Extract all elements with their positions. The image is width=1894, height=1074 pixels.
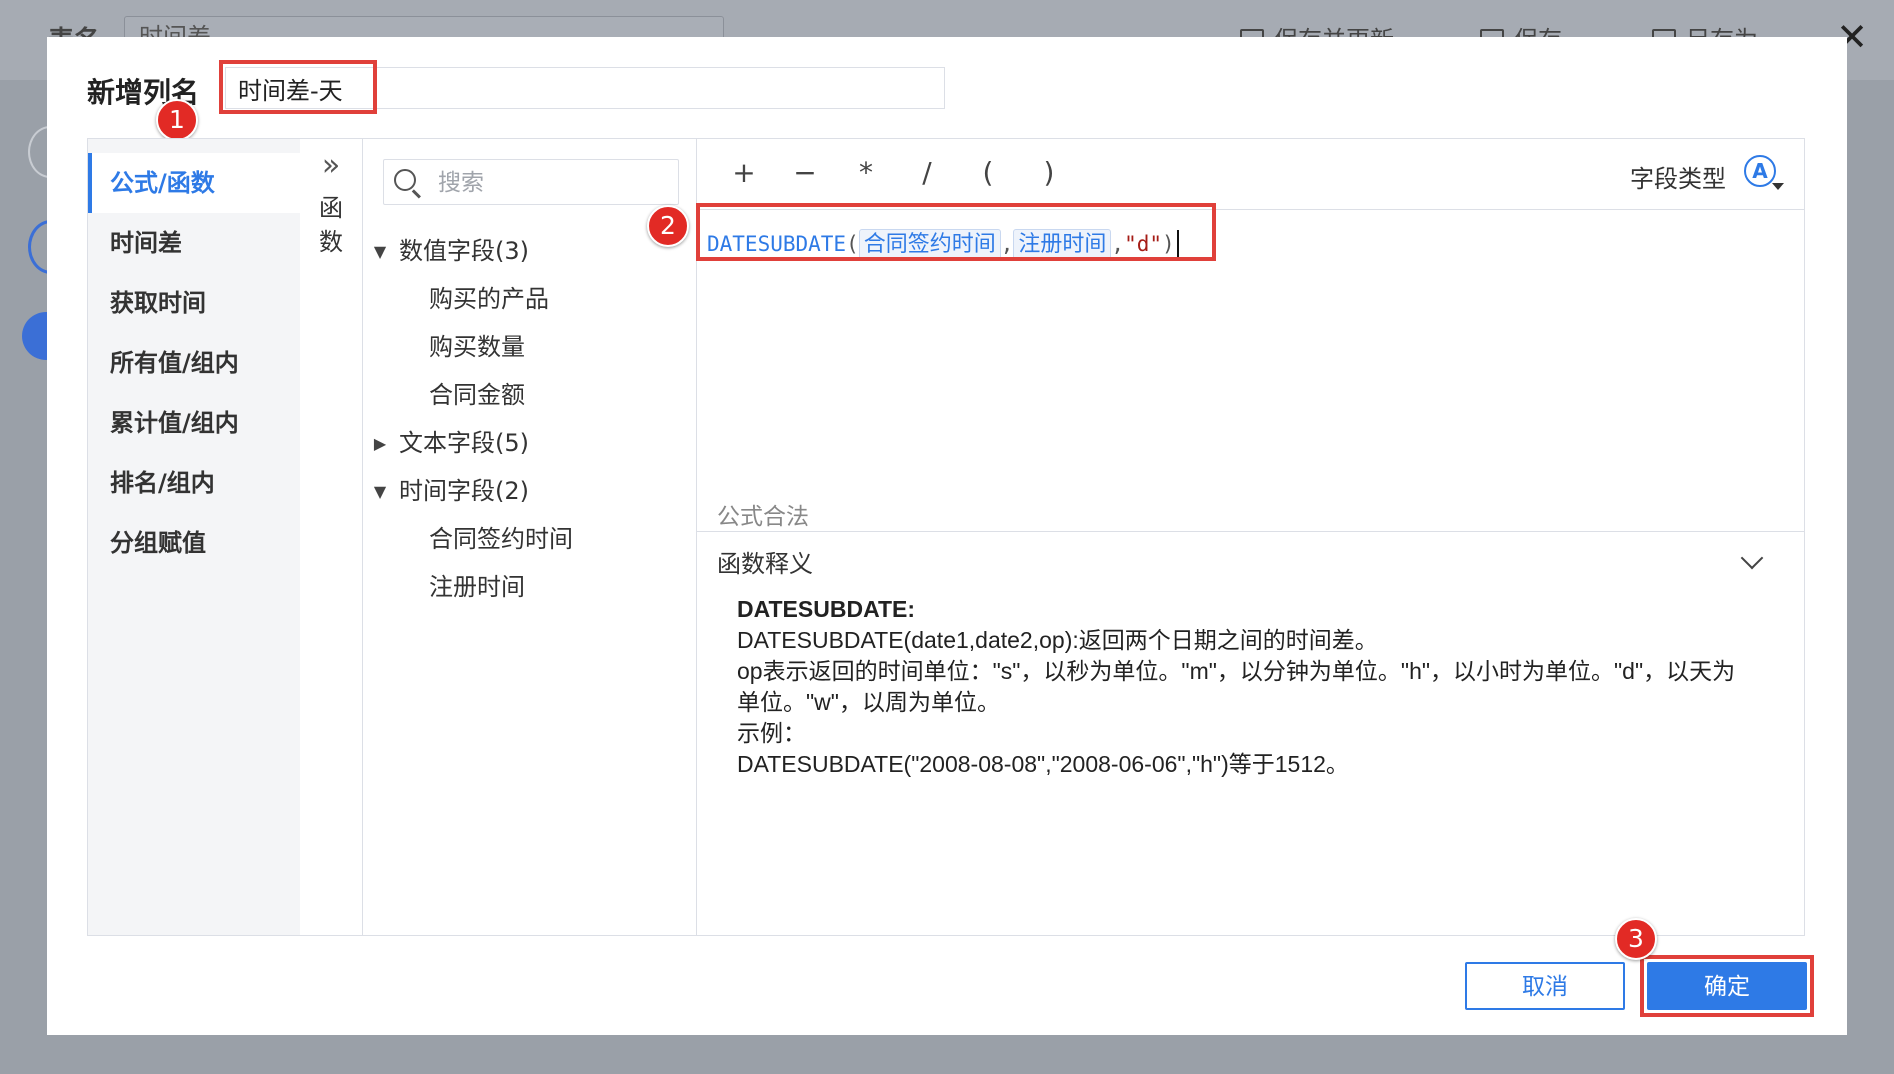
field-search-box[interactable] (383, 159, 679, 206)
caret-down-icon[interactable]: ▼ (369, 228, 391, 276)
field-tree: ▼ 数值字段(3) 购买的产品 购买数量 合同金额 ▶ 文本字段(5) ▼ 时间字段(… (369, 227, 689, 611)
operator-divide-button[interactable]: / (909, 155, 945, 191)
category-cumulative[interactable]: 累计值/组内 (88, 393, 300, 453)
field-panel: ▼数值字段(3) 购买的产品 购买数量 合同金额 ▶文本字段(5) ▼时间字段(… (363, 139, 697, 935)
formula-field-chip[interactable]: 合同签约时间 (858, 229, 1001, 261)
add-column-dialog: 新增列名 1 公式/函数 时间差 获取时间 所有值/组内 累计值/组内 排名/组… (47, 37, 1847, 1035)
formula-input[interactable]: DATESUBDATE(合同签约时间, 注册时间 ,"d") (707, 225, 1179, 263)
field-item[interactable]: 注册时间 (369, 563, 689, 611)
tree-group-time[interactable]: ▼ 时间字段(2) (369, 467, 689, 515)
field-item[interactable]: 购买的产品 (369, 275, 689, 323)
field-item[interactable]: 合同签约时间 (369, 515, 689, 563)
operator-open-paren-button[interactable]: ( (970, 155, 1006, 191)
formula-field-chip[interactable]: 注册时间 (1013, 229, 1112, 261)
formula-function-name: DATESUBDATE (707, 232, 847, 256)
field-search-input[interactable] (436, 160, 670, 206)
operator-toolbar: + − * / ( ) 字段类型 A (697, 139, 1804, 210)
column-name-input[interactable] (226, 68, 944, 108)
annotation-badge-2: 2 (647, 205, 689, 247)
operator-plus-button[interactable]: + (726, 155, 762, 191)
text-cursor (1176, 230, 1179, 260)
category-rank[interactable]: 排名/组内 (88, 453, 300, 513)
confirm-button[interactable]: 确定 (1647, 962, 1807, 1010)
field-type-label: 字段类型 (1630, 165, 1726, 193)
operator-multiply-button[interactable]: * (848, 155, 884, 191)
function-panel-toggle[interactable]: » 函数 (300, 139, 363, 935)
operator-minus-button[interactable]: − (787, 155, 823, 191)
operator-close-paren-button[interactable]: ) (1031, 155, 1067, 191)
category-formula-function[interactable]: 公式/函数 (88, 153, 300, 213)
annotation-badge-1: 1 (156, 99, 198, 141)
function-explanation-body: DATESUBDATE: DATESUBDATE(date1,date2,op)… (737, 596, 1736, 777)
annotation-badge-3: 3 (1615, 918, 1657, 960)
formula-string-literal: "d" (1124, 232, 1163, 256)
category-group-assign[interactable]: 分组赋值 (88, 513, 300, 573)
search-icon (394, 169, 416, 191)
function-panel-label: 函数 (319, 194, 343, 256)
category-get-time[interactable]: 获取时间 (88, 273, 300, 333)
formula-status: 公式合法 (717, 504, 809, 530)
tree-group-numeric[interactable]: ▼ 数值字段(3) (369, 227, 689, 275)
function-explanation-title: 函数释义 (717, 550, 813, 578)
category-all-values[interactable]: 所有值/组内 (88, 333, 300, 393)
category-list: 公式/函数 时间差 获取时间 所有值/组内 累计值/组内 排名/组内 分组赋值 (88, 139, 300, 935)
field-item[interactable]: 合同金额 (369, 371, 689, 419)
category-time-diff[interactable]: 时间差 (88, 213, 300, 273)
formula-editor: 公式/函数 时间差 获取时间 所有值/组内 累计值/组内 排名/组内 分组赋值 … (87, 138, 1805, 936)
double-chevron-right-icon[interactable]: » (300, 151, 362, 181)
formula-panel: + − * / ( ) 字段类型 A DATESUBDATE(合同签约时间, 注册… (697, 139, 1804, 935)
caret-down-icon[interactable]: ▼ (369, 468, 391, 516)
chevron-down-icon[interactable] (1740, 546, 1764, 570)
cancel-button[interactable]: 取消 (1465, 962, 1625, 1010)
caret-right-icon[interactable]: ▶ (369, 420, 391, 468)
column-name-field[interactable] (225, 67, 945, 109)
field-item[interactable]: 购买数量 (369, 323, 689, 371)
function-explanation-panel: 函数释义 DATESUBDATE: DATESUBDATE(date1,date… (697, 531, 1804, 936)
caret-down-icon[interactable] (1772, 183, 1784, 190)
tree-group-text[interactable]: ▶ 文本字段(5) (369, 419, 689, 467)
